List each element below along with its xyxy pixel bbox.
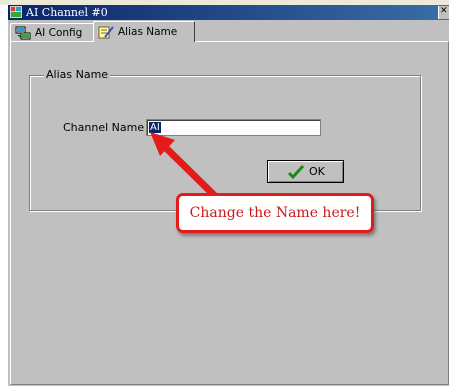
tab-bar: AI Config Alias Name <box>8 20 449 42</box>
title-bar[interactable]: AI Channel #0 ✕ <box>8 5 449 20</box>
channel-name-input[interactable]: AI <box>146 119 321 136</box>
tab-label: Alias Name <box>118 26 178 38</box>
ok-label: OK <box>309 165 325 178</box>
app-icon <box>10 6 22 18</box>
tab-alias-name[interactable]: Alias Name <box>93 21 195 42</box>
channel-name-value: AI <box>149 122 161 133</box>
tab-label: AI Config <box>35 27 83 39</box>
annotation-callout: Change the Name here! <box>176 193 374 233</box>
checkmark-icon <box>287 164 305 180</box>
window-title: AI Channel #0 <box>26 6 108 19</box>
group-legend: Alias Name <box>44 68 111 81</box>
network-config-icon <box>15 26 31 40</box>
close-button[interactable]: ✕ <box>438 6 449 19</box>
alias-name-group <box>29 75 421 211</box>
channel-name-label: Channel Name : <box>63 121 152 134</box>
callout-text: Change the Name here! <box>189 205 361 221</box>
close-icon: ✕ <box>440 6 448 16</box>
edit-note-icon <box>98 26 114 39</box>
tab-ai-config[interactable]: AI Config <box>10 23 94 42</box>
ok-button[interactable]: OK <box>267 160 344 183</box>
